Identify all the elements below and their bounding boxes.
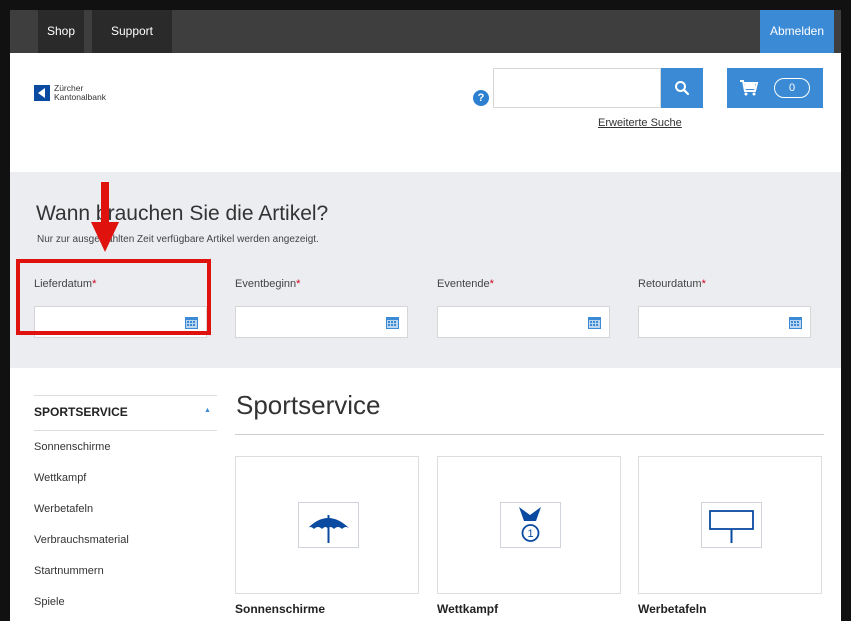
calendar-icon[interactable] — [588, 316, 601, 329]
logo[interactable]: Zürcher Kantonalbank — [34, 82, 106, 104]
sidebar-item-spiele[interactable]: Spiele — [34, 596, 65, 608]
page-title: Sportservice — [236, 390, 381, 420]
search-button[interactable] — [661, 68, 703, 108]
sidebar-item-sonnenschirme[interactable]: Sonnenschirme — [34, 441, 110, 453]
calendar-icon[interactable] — [789, 316, 802, 329]
svg-text:1: 1 — [527, 528, 533, 540]
event-end-field: Eventende* — [437, 278, 610, 338]
cart-count-badge: 0 — [774, 78, 810, 98]
sidebar-divider — [34, 395, 217, 396]
return-date-field: Retourdatum* — [638, 278, 811, 338]
return-date-label: Retourdatum* — [638, 278, 706, 290]
sidebar-item-werbetafeln[interactable]: Werbetafeln — [34, 503, 93, 515]
logout-button[interactable]: Abmelden — [760, 10, 834, 53]
sidebar-title[interactable]: SPORTSERVICE — [34, 405, 128, 419]
annotation-highlight-box — [16, 259, 211, 335]
sidebar-divider — [34, 430, 217, 431]
search-input[interactable] — [493, 68, 661, 108]
cart-icon — [740, 80, 759, 96]
sidebar-item-verbrauchsmaterial[interactable]: Verbrauchsmaterial — [34, 534, 129, 546]
umbrella-icon — [307, 515, 350, 543]
search-icon — [675, 81, 690, 96]
date-section-subtitle: Nur zur ausgewählten Zeit verfügbare Art… — [37, 234, 319, 245]
card-image — [298, 502, 359, 548]
event-start-field: Eventbeginn* — [235, 278, 408, 338]
card-title-wettkampf[interactable]: Wettkampf — [437, 602, 498, 616]
card-title-sonnenschirme[interactable]: Sonnenschirme — [235, 602, 325, 616]
nav-support-link[interactable]: Support — [92, 10, 172, 53]
event-end-label: Eventende* — [437, 278, 494, 290]
category-card-sonnenschirme[interactable] — [235, 456, 419, 594]
cart-button[interactable]: 0 — [727, 68, 823, 108]
title-divider — [235, 434, 824, 435]
sidebar-item-wettkampf[interactable]: Wettkampf — [34, 472, 86, 484]
bank-logo-icon — [34, 85, 50, 101]
advanced-search-link[interactable]: Erweiterte Suche — [598, 117, 682, 129]
date-section-title: Wann brauchen Sie die Artikel? — [36, 202, 329, 225]
card-image: 1 — [500, 502, 561, 548]
help-icon[interactable]: ? — [473, 90, 489, 106]
collapse-caret-icon[interactable]: ▲ — [204, 407, 211, 414]
category-card-werbetafeln[interactable] — [638, 456, 822, 594]
billboard-icon — [709, 510, 754, 543]
event-start-label: Eventbeginn* — [235, 278, 301, 290]
return-date-input[interactable] — [638, 306, 811, 338]
card-image — [701, 502, 762, 548]
annotation-arrow-icon — [91, 182, 119, 252]
category-card-wettkampf[interactable]: 1 — [437, 456, 621, 594]
calendar-icon[interactable] — [386, 316, 399, 329]
nav-shop-link[interactable]: Shop — [38, 10, 84, 53]
sidebar-item-startnummern[interactable]: Startnummern — [34, 565, 104, 577]
top-nav: Shop Support Abmelden — [10, 10, 841, 53]
medal-icon: 1 — [519, 507, 541, 542]
logo-text: Zürcher Kantonalbank — [54, 83, 106, 102]
event-end-input[interactable] — [437, 306, 610, 338]
card-title-werbetafeln[interactable]: Werbetafeln — [638, 602, 706, 616]
page: Shop Support Abmelden Zürcher Kantonalba… — [10, 10, 841, 621]
event-start-input[interactable] — [235, 306, 408, 338]
